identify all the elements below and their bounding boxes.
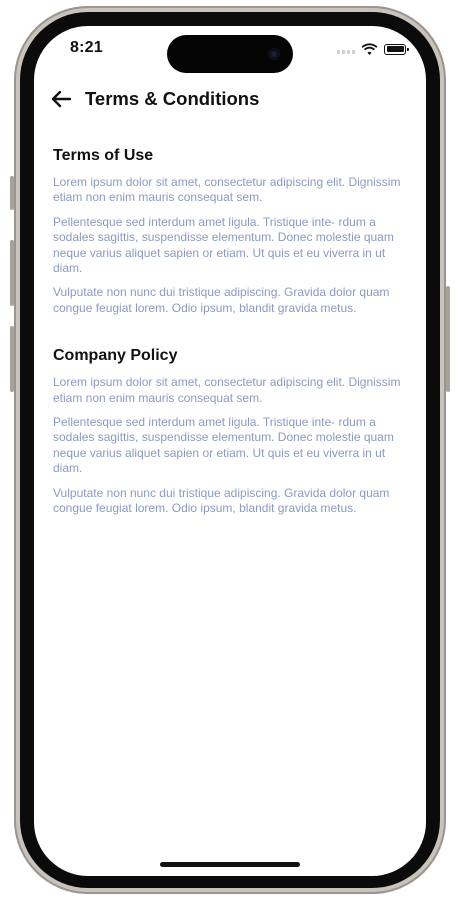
- section-paragraph: Vulputate non nunc dui tristique adipisc…: [53, 285, 390, 315]
- section-title: Terms of Use: [53, 147, 154, 164]
- status-icons: [337, 42, 409, 56]
- front-camera-icon: [268, 48, 280, 60]
- status-time: 8:21: [70, 39, 103, 56]
- section-title: Company Policy: [53, 347, 178, 365]
- section-paragraph: Pellentesque sed interdum amet ligula. T…: [53, 214, 394, 276]
- volume-up-button: [10, 240, 14, 306]
- section-paragraph: Pellentesque sed interdum amet ligula. T…: [53, 415, 394, 476]
- app-header: Terms & Conditions: [34, 84, 426, 114]
- page-title: Terms & Conditions: [85, 88, 260, 109]
- action-button: [10, 176, 14, 210]
- home-indicator[interactable]: [160, 862, 300, 867]
- volume-down-button: [10, 326, 14, 392]
- section-company-policy: Company Policy Lorem ipsum dolor sit ame…: [53, 347, 407, 516]
- wifi-icon: [361, 42, 378, 55]
- dynamic-island: [167, 35, 293, 73]
- app-screen: 8:21 Terms & Conditions Terms of Use Lor…: [34, 26, 426, 876]
- section-paragraph: Lorem ipsum dolor sit amet, consectetur …: [53, 175, 401, 205]
- back-button[interactable]: [48, 86, 74, 112]
- status-bar: 8:21: [34, 26, 426, 76]
- terms-content[interactable]: Terms of Use Lorem ipsum dolor sit amet,…: [53, 147, 407, 536]
- section-paragraph: Lorem ipsum dolor sit amet, consectetur …: [53, 375, 401, 405]
- cellular-signal-icon: [337, 44, 355, 54]
- section-paragraph: Vulputate non nunc dui tristique adipisc…: [53, 485, 390, 516]
- section-terms-of-use: Terms of Use Lorem ipsum dolor sit amet,…: [53, 147, 407, 316]
- arrow-left-icon: [51, 90, 72, 108]
- power-button: [446, 286, 450, 392]
- battery-icon: [384, 43, 409, 55]
